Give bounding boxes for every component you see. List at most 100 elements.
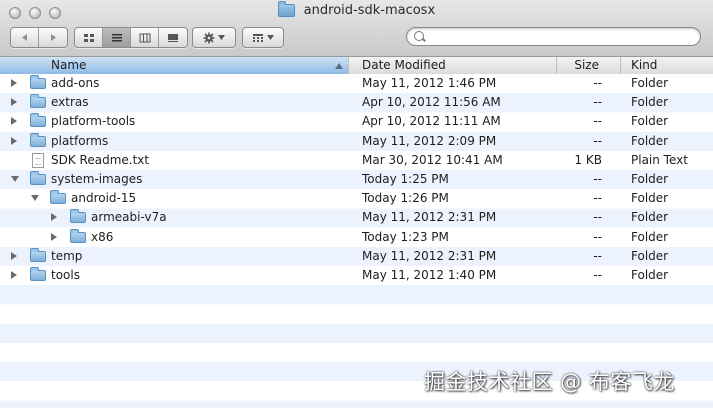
file-kind: Folder xyxy=(631,191,669,206)
file-kind: Folder xyxy=(631,95,669,110)
arrange-menu-button[interactable] xyxy=(242,27,284,48)
folder-icon xyxy=(70,209,86,224)
disclosure-triangle-closed-icon[interactable] xyxy=(11,251,17,260)
file-name: armeabi-v7a xyxy=(91,210,167,225)
column-header-name[interactable]: Name xyxy=(0,57,349,74)
file-row[interactable]: temp May 11, 2012 2:31 PM -- Folder xyxy=(0,247,713,266)
back-forward-control xyxy=(10,27,68,48)
folder-icon xyxy=(30,247,46,262)
folder-icon xyxy=(30,94,46,109)
file-row[interactable]: add-ons May 11, 2012 1:46 PM -- Folder xyxy=(0,74,713,93)
window-title-text: android-sdk-macosx xyxy=(303,3,436,18)
disclosure-triangle-open-icon[interactable] xyxy=(31,195,39,202)
disclosure-triangle-closed-icon[interactable] xyxy=(11,117,17,126)
file-kind: Plain Text xyxy=(631,152,688,167)
list-view-button[interactable] xyxy=(103,28,131,47)
back-button[interactable] xyxy=(11,28,39,47)
file-size: -- xyxy=(593,210,602,225)
folder-icon xyxy=(70,228,86,243)
file-size: -- xyxy=(593,229,602,244)
column-view-icon xyxy=(139,33,150,42)
watermark-text: 掘金技术社区 @ 布客飞龙 xyxy=(424,370,675,394)
file-size: -- xyxy=(593,248,602,263)
forward-arrow-icon xyxy=(50,34,56,41)
cover-flow-view-button[interactable] xyxy=(159,28,187,47)
disclosure-triangle-closed-icon[interactable] xyxy=(11,79,17,87)
disclosure-triangle-closed-icon[interactable] xyxy=(11,98,17,107)
column-header-kind[interactable]: Kind xyxy=(621,57,713,74)
folder-icon xyxy=(277,1,295,17)
disclosure-triangle-closed-icon[interactable] xyxy=(51,213,57,222)
disclosure-triangle-closed-icon[interactable] xyxy=(11,271,17,279)
finder-window: android-sdk-macosx Name Date Modified Si… xyxy=(0,0,713,408)
forward-button[interactable] xyxy=(39,28,67,47)
search-input[interactable] xyxy=(427,29,696,46)
file-name: system-images xyxy=(51,172,143,186)
disclosure-triangle-open-icon[interactable] xyxy=(11,176,19,182)
file-size: -- xyxy=(593,133,602,148)
search-field[interactable] xyxy=(406,27,701,46)
file-name: android-15 xyxy=(71,191,137,206)
file-kind: Folder xyxy=(631,76,669,90)
folder-icon xyxy=(30,132,46,147)
file-row[interactable]: platform-tools Apr 10, 2012 11:11 AM -- Fol… xyxy=(0,112,713,131)
file-row[interactable]: x86 Today 1:23 PM -- Folder xyxy=(0,228,713,247)
file-list: add-ons May 11, 2012 1:46 PM -- Folder extra… xyxy=(0,74,713,408)
file-date-modified: May 11, 2012 1:46 PM xyxy=(362,76,497,90)
file-name: platform-tools xyxy=(51,114,136,129)
file-name: add-ons xyxy=(51,76,100,90)
file-row[interactable]: armeabi-v7a May 11, 2012 2:31 PM -- Folder xyxy=(0,208,713,227)
file-row[interactable]: system-images Today 1:25 PM -- Folder xyxy=(0,170,713,189)
action-menu-button[interactable] xyxy=(192,27,236,48)
arrange-menu[interactable] xyxy=(243,28,283,47)
file-name: tools xyxy=(51,268,80,282)
folder-icon xyxy=(30,267,46,281)
icon-view-button[interactable] xyxy=(75,28,103,47)
file-size: -- xyxy=(593,191,602,206)
column-header-size[interactable]: Size xyxy=(557,57,621,74)
file-kind: Folder xyxy=(631,229,669,244)
folder-icon xyxy=(50,190,66,205)
folder-icon xyxy=(30,75,46,89)
file-name: platforms xyxy=(51,133,109,148)
file-kind: Folder xyxy=(631,268,669,282)
cover-flow-icon xyxy=(168,33,178,42)
file-date-modified: Apr 10, 2012 11:56 AM xyxy=(362,95,501,110)
file-date-modified: May 11, 2012 1:40 PM xyxy=(362,268,497,282)
file-size: -- xyxy=(593,76,602,90)
file-size: 1 KB xyxy=(574,152,602,167)
file-row[interactable]: extras Apr 10, 2012 11:56 AM -- Folder xyxy=(0,93,713,112)
disclosure-triangle-closed-icon[interactable] xyxy=(51,232,57,241)
column-label-date: Date Modified xyxy=(362,58,446,72)
folder-icon xyxy=(30,113,46,128)
file-size: -- xyxy=(593,95,602,110)
file-row[interactable]: tools May 11, 2012 1:40 PM -- Folder xyxy=(0,266,713,285)
file-kind: Folder xyxy=(631,248,669,263)
search-icon xyxy=(414,31,424,41)
file-row[interactable]: android-15 Today 1:26 PM -- Folder xyxy=(0,189,713,208)
arrange-grid-icon xyxy=(253,33,263,42)
chevron-down-icon xyxy=(267,35,274,40)
disclosure-triangle-closed-icon[interactable] xyxy=(11,136,17,145)
column-label-size: Size xyxy=(574,58,599,72)
file-date-modified: May 11, 2012 2:31 PM xyxy=(362,248,497,263)
file-row[interactable]: platforms May 11, 2012 2:09 PM -- Folder xyxy=(0,132,713,151)
action-menu[interactable] xyxy=(193,28,235,47)
file-row[interactable]: SDK Readme.txt Mar 30, 2012 10:41 AM 1 KB P… xyxy=(0,151,713,170)
file-name: temp xyxy=(51,248,83,263)
icon-view-icon xyxy=(83,33,94,42)
view-mode-control xyxy=(74,27,188,48)
file-date-modified: Apr 10, 2012 11:11 AM xyxy=(362,114,501,129)
file-date-modified: May 11, 2012 2:31 PM xyxy=(362,210,497,225)
text-document-icon xyxy=(32,152,44,168)
file-kind: Folder xyxy=(631,114,669,129)
folder-icon xyxy=(30,171,46,185)
column-view-button[interactable] xyxy=(131,28,159,47)
file-size: -- xyxy=(593,114,602,129)
file-date-modified: Today 1:23 PM xyxy=(362,229,449,244)
file-date-modified: May 11, 2012 2:09 PM xyxy=(362,133,497,148)
column-header-date-modified[interactable]: Date Modified xyxy=(349,57,557,74)
column-label-kind: Kind xyxy=(631,58,658,72)
list-view-icon xyxy=(111,33,122,41)
file-kind: Folder xyxy=(631,133,669,148)
